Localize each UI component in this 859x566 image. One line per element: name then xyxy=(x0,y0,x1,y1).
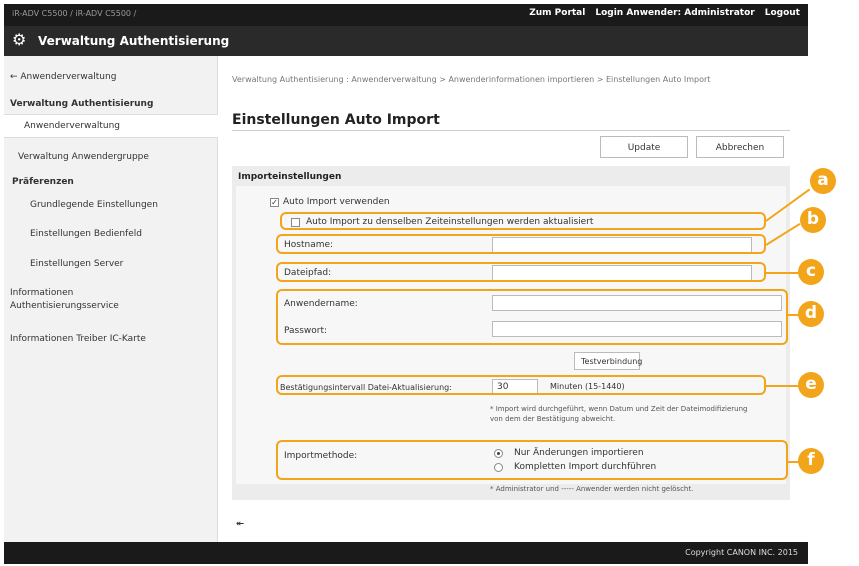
callout-frame-f xyxy=(276,440,788,480)
page-title: Einstellungen Auto Import xyxy=(232,112,440,128)
cancel-button[interactable]: Abbrechen xyxy=(696,136,784,158)
top-bar: iR-ADV C5500 / iR-ADV C5500 / Zum Portal… xyxy=(4,4,808,26)
use-auto-import-checkbox[interactable]: ✓ xyxy=(270,198,279,207)
method-note: * Administrator und ----- Anwender werde… xyxy=(490,485,694,493)
sidebar-item-auth-management[interactable]: Verwaltung Authentisierung xyxy=(4,99,218,109)
main-content: Verwaltung Authentisierung : Anwenderver… xyxy=(218,56,836,542)
back-to-top-icon[interactable]: ⯬ xyxy=(236,518,244,529)
sidebar-item-user-group[interactable]: Verwaltung Anwendergruppe xyxy=(4,152,218,162)
update-button[interactable]: Update xyxy=(600,136,688,158)
sidebar-item-panel-settings[interactable]: Einstellungen Bedienfeld xyxy=(4,229,218,239)
callout-badge-c: c xyxy=(798,259,824,285)
sidebar-item-back-user-management[interactable]: ← Anwenderverwaltung xyxy=(4,72,218,82)
sidebar-item-ic-card-driver[interactable]: Informationen Treiber IC-Karte xyxy=(4,334,218,344)
interval-note: * Import wird durchgeführt, wenn Datum u… xyxy=(490,405,748,423)
callout-badge-b: b xyxy=(800,207,826,233)
sidebar-item-server-settings[interactable]: Einstellungen Server xyxy=(4,259,218,269)
login-label: Login Anwender: xyxy=(595,8,682,18)
callout-badge-f: f xyxy=(798,448,824,474)
callout-frame-e xyxy=(276,375,766,395)
title-divider xyxy=(232,130,790,131)
top-links: Zum Portal Login Anwender: Administrator… xyxy=(529,8,800,18)
callout-frame-a xyxy=(280,212,766,230)
callout-frame-b xyxy=(276,234,766,254)
sidebar-item-user-management[interactable]: Anwenderverwaltung xyxy=(4,114,218,138)
title-bar: ⚙ Verwaltung Authentisierung xyxy=(4,26,808,56)
sidebar: ← Anwenderverwaltung Verwaltung Authenti… xyxy=(4,56,218,542)
portal-link[interactable]: Zum Portal xyxy=(529,8,585,18)
sidebar-item-basic-settings[interactable]: Grundlegende Einstellungen xyxy=(4,200,218,210)
callout-frame-d xyxy=(276,289,788,345)
app-title: Verwaltung Authentisierung xyxy=(38,34,230,48)
breadcrumb: Verwaltung Authentisierung : Anwenderver… xyxy=(232,75,711,84)
use-auto-import-label: Auto Import verwenden xyxy=(283,197,390,207)
callout-frame-c xyxy=(276,262,766,282)
callout-badge-d: d xyxy=(798,301,824,327)
copyright: Copyright CANON INC. 2015 xyxy=(685,548,798,557)
section-title: Importeinstellungen xyxy=(238,172,342,182)
gear-icon: ⚙ xyxy=(12,30,27,49)
test-connection-button[interactable]: Testverbindung xyxy=(574,352,642,370)
login-user-label: Login Anwender: Administrator xyxy=(595,8,754,18)
logout-link[interactable]: Logout xyxy=(765,8,800,18)
app-frame: iR-ADV C5500 / iR-ADV C5500 / Zum Portal… xyxy=(4,4,836,564)
login-user: Administrator xyxy=(684,8,755,18)
sidebar-item-auth-service-info[interactable]: Informationen Authentisierungsservice xyxy=(4,287,134,313)
sidebar-item-preferences[interactable]: Präferenzen xyxy=(4,177,218,187)
footer: Copyright CANON INC. 2015 xyxy=(4,542,808,564)
callout-badge-e: e xyxy=(798,372,824,398)
device-models: iR-ADV C5500 / iR-ADV C5500 / xyxy=(12,9,137,18)
callout-badge-a: a xyxy=(810,168,836,194)
